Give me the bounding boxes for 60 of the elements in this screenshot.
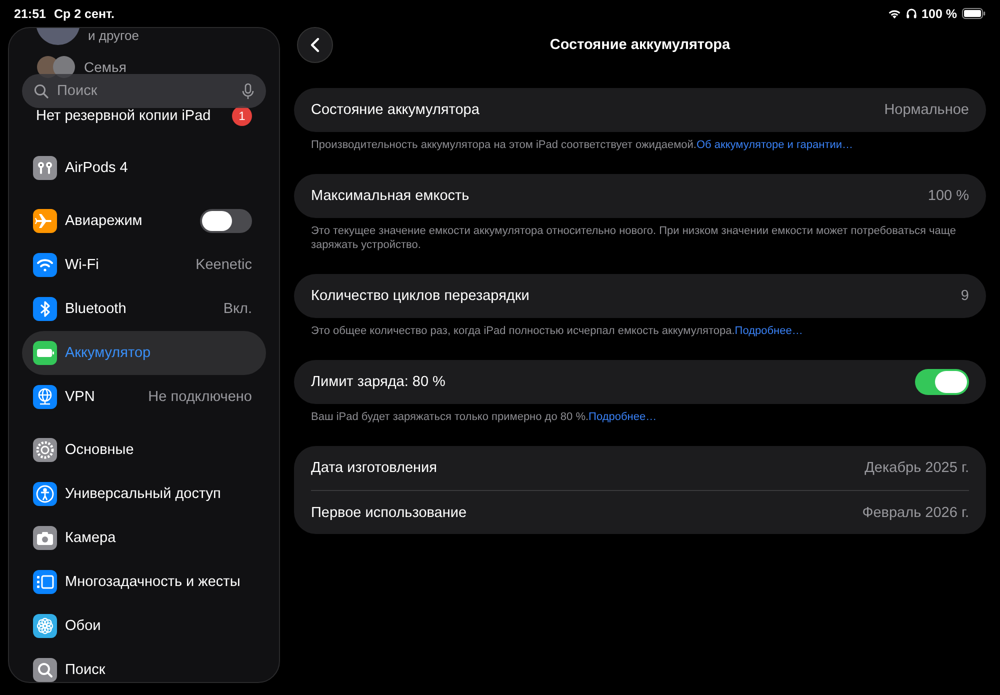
more-info-link[interactable]: Подробнее… xyxy=(588,411,657,423)
more-info-link[interactable]: Подробнее… xyxy=(734,325,803,337)
row-label: Дата изготовления xyxy=(311,460,437,476)
sidebar-item[interactable]: Wi-Fi Keenetic xyxy=(22,243,266,287)
row-label: Количество циклов перезарядки xyxy=(311,288,530,304)
headphones-icon xyxy=(906,8,917,19)
window-icon xyxy=(33,570,57,594)
sidebar-item[interactable]: Обои xyxy=(22,604,266,648)
page-title: Состояние аккумулятора xyxy=(550,37,730,53)
faded-item-label: и другое xyxy=(88,28,139,45)
row-value: 100 % xyxy=(928,188,969,204)
sidebar-item[interactable]: AirPods 4 xyxy=(22,146,266,190)
sidebar-item[interactable]: Bluetooth Вкл. xyxy=(22,287,266,331)
sidebar-item[interactable]: VPN Не подключено xyxy=(22,375,266,419)
row-label: Состояние аккумулятора xyxy=(311,102,480,118)
section-footer-text: Ваш iPad будет заряжаться только примерно до 80 %.Подробнее… xyxy=(310,410,658,424)
search-bar[interactable]: Поиск xyxy=(22,74,266,108)
sidebar-item[interactable]: Основные xyxy=(22,428,266,472)
more-info-link[interactable]: Об аккумуляторе и гарантии… xyxy=(696,139,854,151)
battery-icon xyxy=(33,341,57,365)
sidebar-item[interactable]: Нет резервной копии iPad 1 xyxy=(22,107,266,125)
faded-item-label: Семья xyxy=(84,59,126,75)
status-time: 21:51 xyxy=(14,6,46,20)
section-footer-text: Это общее количество раз, когда iPad полностью исчерпал емкость аккумулятора.Подробнее… xyxy=(310,324,804,338)
camera-icon xyxy=(33,526,57,550)
toggle-switch[interactable] xyxy=(200,209,252,233)
sidebar-item[interactable]: Камера xyxy=(22,516,266,560)
row-label: Лимит заряда: 80 % xyxy=(311,374,446,390)
back-button[interactable] xyxy=(297,27,333,63)
row-value: 9 xyxy=(960,288,969,304)
bluetooth-icon xyxy=(33,297,57,321)
row-value: Нормальное xyxy=(884,102,969,118)
sidebar-item[interactable]: Поиск xyxy=(22,648,266,682)
chevron-left-icon xyxy=(310,37,320,53)
search-input[interactable]: Поиск xyxy=(55,82,236,100)
row-label: Максимальная емкость xyxy=(311,188,470,204)
accessibility-icon xyxy=(33,482,57,506)
wifi-icon xyxy=(33,253,57,277)
battery-percentage: 100 % xyxy=(922,6,957,20)
sidebar-item[interactable]: Авиарежим xyxy=(22,199,266,243)
sidebar-item[interactable]: Аккумулятор xyxy=(22,331,266,375)
toggle-switch[interactable] xyxy=(915,369,969,395)
sidebar-item[interactable]: Многозадачность и жесты xyxy=(22,560,266,604)
globe-icon xyxy=(33,385,57,409)
flower-icon xyxy=(33,614,57,638)
battery-icon xyxy=(962,8,986,19)
earbuds-icon xyxy=(33,156,57,180)
search-icon xyxy=(34,84,49,98)
row-label: Первое использование xyxy=(311,504,467,520)
microphone-icon[interactable] xyxy=(242,82,254,100)
row-value: Декабрь 2025 г. xyxy=(864,460,969,476)
airplane-icon xyxy=(33,209,57,233)
status-date: Ср 2 сент. xyxy=(54,6,114,20)
search-icon xyxy=(33,658,57,682)
row-value: Февраль 2026 г. xyxy=(862,504,969,520)
section-footer-text: Производительность аккумулятора на этом iPad соответствует ожидаемой.Об аккумуляторе и гарантии… xyxy=(310,138,854,152)
sidebar-item[interactable]: Универсальный доступ xyxy=(22,472,266,516)
gear-icon xyxy=(33,438,57,462)
section-footer-text: Это текущее значение емкости аккумулятора относительно нового. При низком значении емкости может потребоваться чаще заряжать устройство. xyxy=(310,224,957,252)
wifi-icon xyxy=(888,8,901,18)
